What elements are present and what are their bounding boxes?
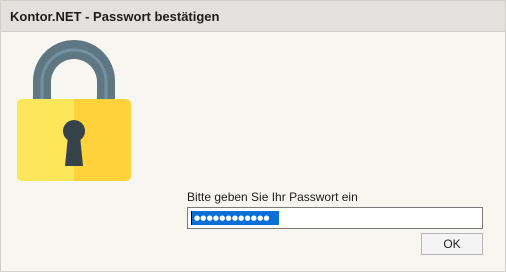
padlock-icon	[17, 40, 131, 181]
password-masked-value: ●●●●●●●●●●●●	[194, 214, 270, 222]
title-bar[interactable]: Kontor.NET - Passwort bestätigen	[1, 1, 505, 32]
ok-button[interactable]: OK	[421, 233, 483, 255]
password-dialog-window: Kontor.NET - Passwort bestätigen Bitte g…	[0, 0, 506, 272]
password-prompt-label: Bitte geben Sie Ihr Passwort ein	[187, 190, 358, 204]
password-input[interactable]: ●●●●●●●●●●●●	[187, 207, 483, 229]
window-title: Kontor.NET - Passwort bestätigen	[10, 9, 220, 24]
